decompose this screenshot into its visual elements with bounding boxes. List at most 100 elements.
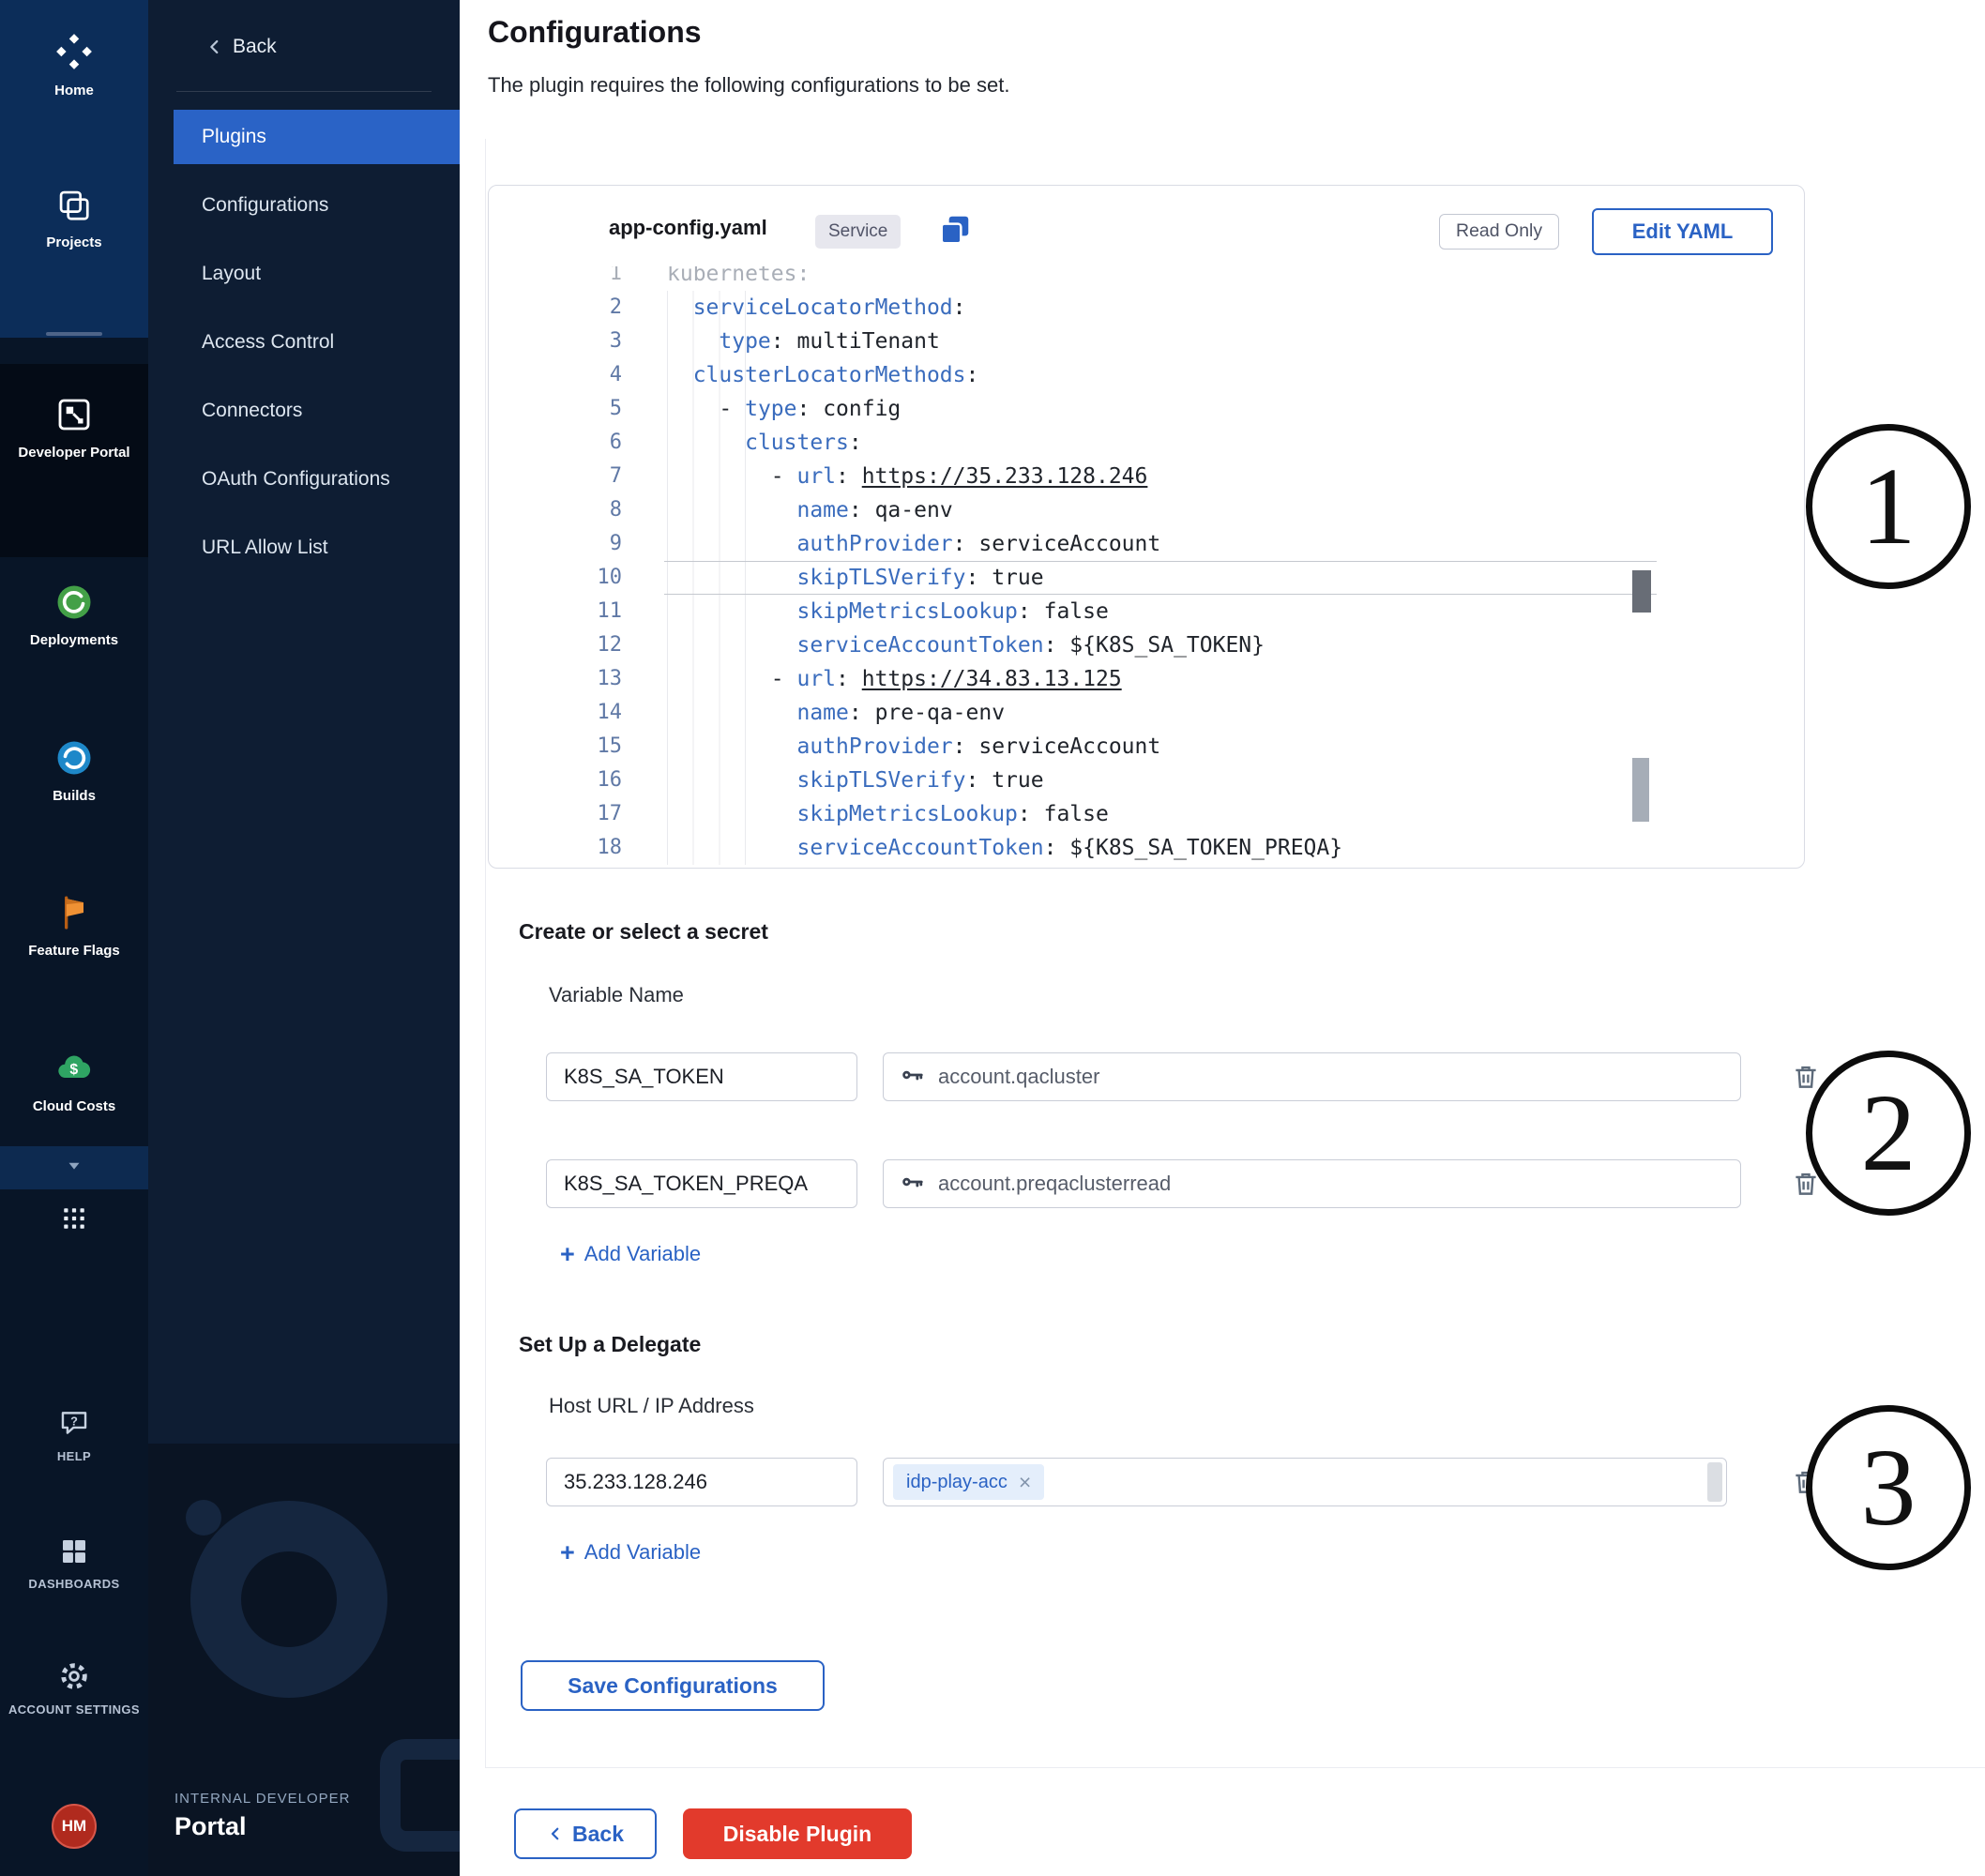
sidebar-item-connectors[interactable]: Connectors [174, 384, 460, 438]
sidebar-menu: Plugins Configurations Layout Access Con… [174, 110, 460, 589]
yaml-key: url [796, 662, 836, 696]
yaml-code-editor[interactable]: 1kubernetes:2 serviceLocatorMethod:3 typ… [489, 266, 1806, 868]
variable-name-label: Variable Name [549, 983, 684, 1007]
delete-row-icon[interactable] [1790, 1061, 1822, 1093]
add-variable-label: Add Variable [584, 1540, 701, 1565]
yaml-key: skipTLSVerify [796, 764, 965, 797]
yaml-value: ${K8S_SA_TOKEN_PREQA} [1069, 831, 1342, 865]
editor-scrollbar-marker[interactable] [1632, 570, 1651, 613]
yaml-value: true [992, 764, 1043, 797]
yaml-key: serviceLocatorMethod [693, 291, 953, 325]
module-grid-icon[interactable] [0, 1204, 148, 1237]
delegate-tag-field[interactable]: idp-play-acc × [883, 1458, 1727, 1506]
sidebar-item-oauth-configurations[interactable]: OAuth Configurations [174, 452, 460, 507]
yaml-key: serviceAccountToken [796, 628, 1043, 662]
variable-name-input[interactable] [546, 1159, 857, 1208]
code-line: 15 authProvider: serviceAccount [489, 730, 1806, 764]
nav-label: Feature Flags [0, 942, 148, 961]
editor-scrollbar-thumb[interactable] [1632, 758, 1649, 822]
delegate-section-heading: Set Up a Delegate [519, 1332, 701, 1357]
code-line: 14 name: pre-qa-env [489, 696, 1806, 730]
line-number: 8 [489, 493, 667, 527]
host-url-input[interactable] [546, 1458, 857, 1506]
host-url-label: Host URL / IP Address [549, 1394, 754, 1418]
yaml-value: false [1044, 797, 1109, 831]
module-nav: Home Projects Developer Portal Deploymen… [0, 0, 148, 1876]
chevron-left-icon [205, 37, 225, 57]
yaml-value: https://34.83.13.125 [862, 662, 1122, 696]
plus-icon: + [560, 1540, 575, 1566]
save-configurations-button[interactable]: Save Configurations [521, 1660, 825, 1711]
add-variable-link[interactable]: + Add Variable [560, 1240, 701, 1268]
nav-label: ACCOUNT SETTINGS [0, 1702, 148, 1718]
line-number: 5 [489, 392, 667, 426]
svg-text:?: ? [70, 1414, 78, 1428]
sidebar-item-url-allow-list[interactable]: URL Allow List [174, 521, 460, 575]
nav-home[interactable]: Home [0, 32, 148, 100]
page-subtitle: The plugin requires the following config… [488, 73, 1009, 98]
yaml-value: https://35.233.128.246 [862, 460, 1148, 493]
builds-icon [55, 739, 93, 781]
yaml-editor-card: app-config.yaml Service Read Only Edit Y… [488, 185, 1805, 869]
harness-logo-icon [54, 32, 94, 76]
code-line: 13 - url: https://34.83.13.125 [489, 662, 1806, 696]
code-line: 16 skipTLSVerify: true [489, 764, 1806, 797]
copy-icon[interactable] [937, 212, 973, 252]
sidebar-item-layout[interactable]: Layout [174, 247, 460, 301]
yaml-key: clusters [745, 426, 849, 460]
code-line: 6 clusters: [489, 426, 1806, 460]
line-number: 15 [489, 730, 667, 764]
nav-projects[interactable]: Projects [0, 188, 148, 252]
deployments-icon [55, 583, 93, 626]
projects-icon [56, 188, 92, 228]
code-line: 5 - type: config [489, 392, 1806, 426]
line-number: 16 [489, 764, 667, 797]
secret-select[interactable]: account.qacluster [883, 1052, 1741, 1101]
rail-collapse-control[interactable] [0, 1146, 148, 1189]
code-line: 11 skipMetricsLookup: false [489, 595, 1806, 628]
secret-select[interactable]: account.preqaclusterread [883, 1159, 1741, 1208]
key-icon [899, 1062, 925, 1093]
sidebar-item-access-control[interactable]: Access Control [174, 315, 460, 370]
line-number: 4 [489, 358, 667, 392]
code-line: 3 type: multiTenant [489, 325, 1806, 358]
secret-value: account.preqaclusterread [938, 1172, 1171, 1196]
user-avatar[interactable]: HM [52, 1804, 97, 1849]
line-number: 3 [489, 325, 667, 358]
remove-tag-icon[interactable]: × [1019, 1472, 1031, 1493]
brand-eyebrow: INTERNAL DEVELOPER [174, 1791, 351, 1807]
back-link[interactable]: Back [205, 30, 277, 64]
edit-yaml-button[interactable]: Edit YAML [1592, 208, 1773, 255]
nav-cloud-costs[interactable]: $ Cloud Costs [0, 1050, 148, 1116]
code-line: 12 serviceAccountToken: ${K8S_SA_TOKEN} [489, 628, 1806, 662]
line-number: 13 [489, 662, 667, 696]
developer-portal-icon [55, 396, 93, 438]
tag-field-scrollbar[interactable] [1707, 1462, 1722, 1502]
line-number: 10 [489, 561, 667, 595]
nav-feature-flags[interactable]: Feature Flags [0, 894, 148, 961]
file-name: app-config.yaml [609, 216, 767, 240]
disable-plugin-button[interactable]: Disable Plugin [683, 1808, 912, 1859]
dashboards-icon [59, 1536, 89, 1571]
yaml-value: serviceAccount [978, 730, 1160, 764]
back-button[interactable]: Back [514, 1808, 657, 1859]
plus-icon: + [560, 1242, 575, 1267]
current-line-highlight [664, 561, 1657, 595]
add-variable-link[interactable]: + Add Variable [560, 1538, 701, 1566]
sidebar-item-plugins[interactable]: Plugins [174, 110, 460, 164]
nav-label: Projects [0, 234, 148, 252]
tag-label: idp-play-acc [906, 1472, 1008, 1493]
variable-name-input[interactable] [546, 1052, 857, 1101]
nav-deployments[interactable]: Deployments [0, 583, 148, 650]
sidebar-divider [176, 91, 432, 92]
nav-account-settings[interactable]: ACCOUNT SETTINGS [0, 1660, 148, 1718]
nav-help[interactable]: ? HELP [0, 1407, 148, 1465]
yaml-key: authProvider [796, 730, 952, 764]
sidebar-item-configurations[interactable]: Configurations [174, 178, 460, 233]
help-icon: ? [58, 1407, 90, 1444]
nav-developer-portal[interactable]: Developer Portal [0, 396, 148, 462]
nav-builds[interactable]: Builds [0, 739, 148, 806]
nav-label: Developer Portal [0, 444, 148, 462]
code-line: 18 serviceAccountToken: ${K8S_SA_TOKEN_P… [489, 831, 1806, 865]
nav-dashboards[interactable]: DASHBOARDS [0, 1536, 148, 1593]
